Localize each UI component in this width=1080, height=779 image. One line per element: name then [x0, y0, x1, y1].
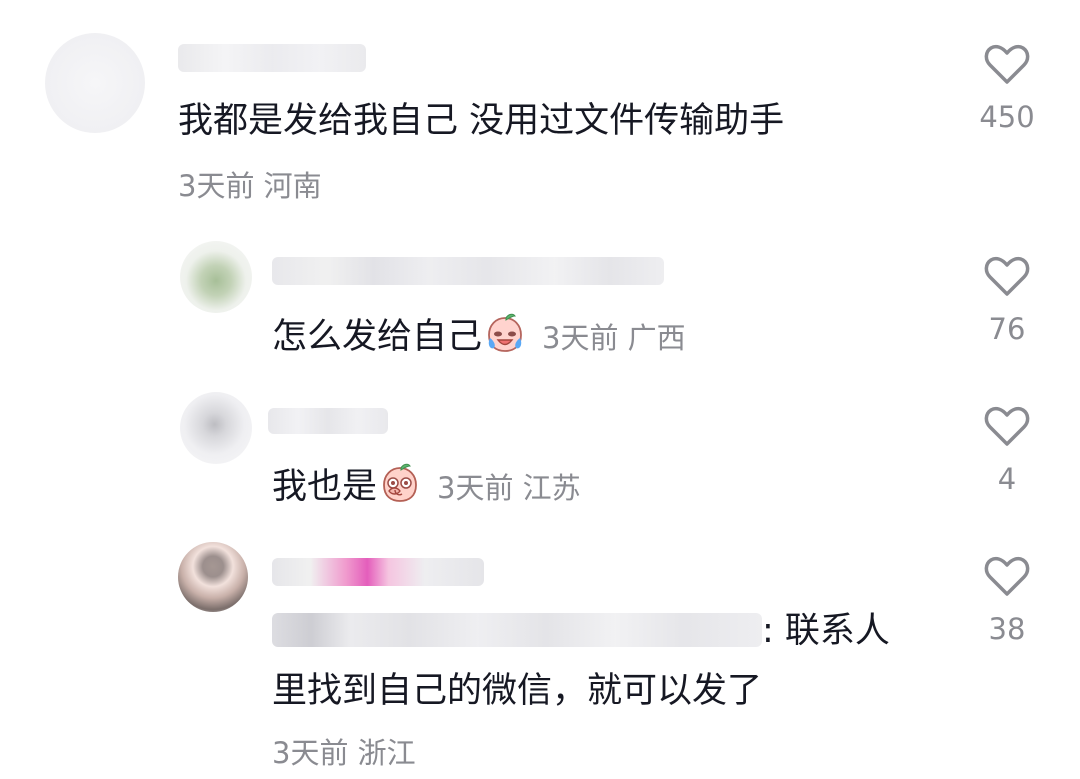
reply-suffix: : 联系人 [762, 611, 890, 651]
username-blurred[interactable] [272, 558, 484, 586]
username-blurred[interactable] [268, 408, 388, 434]
comment-meta: 3天前 江苏 [437, 471, 581, 505]
crying-peach-emoji [488, 313, 522, 352]
like-button[interactable]: 4 [972, 404, 1042, 498]
heart-icon [984, 556, 1030, 596]
comment-text-line: 我也是 3天前 江苏 [272, 460, 581, 511]
like-button[interactable]: 450 [972, 42, 1042, 136]
like-count: 76 [988, 312, 1026, 346]
comment-text: 我也是 [272, 467, 378, 507]
username-blurred[interactable] [178, 44, 366, 72]
comment-meta: 3天前 浙江 [272, 736, 416, 770]
avatar[interactable] [180, 392, 252, 464]
heart-icon [984, 256, 1030, 296]
reply-item: 怎么发给自己 3天前 广西 76 [0, 230, 1080, 380]
comment-text: 怎么发给自己 [272, 317, 483, 357]
like-button[interactable]: 38 [972, 554, 1042, 648]
heart-icon [984, 44, 1030, 84]
comment-text: 我都是发给我自己 没用过文件传输助手 [178, 101, 785, 141]
avatar[interactable] [178, 542, 248, 612]
like-count: 38 [988, 612, 1026, 646]
reply-item: : 联系人 里找到自己的微信，就可以发了 3天前 浙江 38 [0, 530, 1080, 779]
like-button[interactable]: 76 [972, 254, 1042, 348]
reply-target-blurred[interactable] [272, 613, 762, 647]
reply-item: 我也是 3天前 江苏 4 [0, 380, 1080, 530]
like-count: 4 [997, 462, 1017, 496]
comment-text-line: 怎么发给自己 3天前 广西 [272, 310, 686, 361]
peach-covering-mouth-emoji [383, 463, 417, 502]
like-count: 450 [979, 100, 1035, 134]
username-blurred[interactable] [272, 257, 664, 285]
comment-item: 我都是发给我自己 没用过文件传输助手 3天前 河南 450 [0, 0, 1080, 230]
comment-text: 里找到自己的微信，就可以发了 [272, 671, 763, 711]
comment-meta: 3天前 河南 [178, 169, 322, 203]
avatar[interactable] [180, 241, 252, 313]
heart-icon [984, 406, 1030, 446]
avatar[interactable] [45, 33, 145, 133]
comment-meta: 3天前 广西 [542, 321, 686, 355]
